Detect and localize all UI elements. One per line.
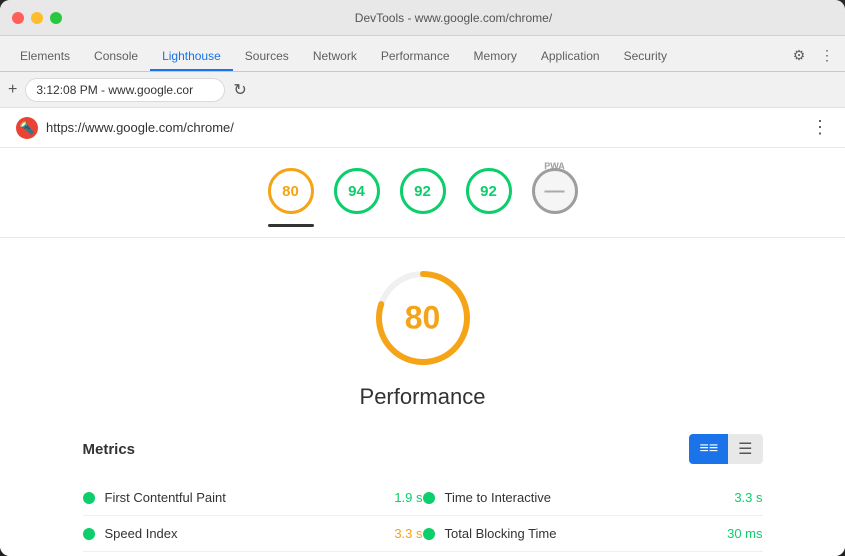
score-tab-pwa[interactable]: PWA — xyxy=(532,168,578,227)
score-circle-seo: 92 xyxy=(466,168,512,214)
tab-icons: ⚙ ⋮ xyxy=(789,45,837,71)
metric-row-lcp: Largest Contentful Paint 4.8 s xyxy=(83,552,423,556)
tab-performance[interactable]: Performance xyxy=(369,43,462,71)
maximize-button[interactable] xyxy=(50,12,62,24)
fcp-indicator xyxy=(83,492,95,504)
window-title: DevTools - www.google.com/chrome/ xyxy=(74,11,833,25)
tab-elements[interactable]: Elements xyxy=(8,43,82,71)
more-options-icon[interactable]: ⋮ xyxy=(811,117,829,138)
metric-row-si: Speed Index 3.3 s xyxy=(83,516,423,552)
metrics-grid: First Contentful Paint 1.9 s Time to Int… xyxy=(83,480,763,556)
performance-score-ring: 80 xyxy=(373,268,473,368)
fcp-value: 1.9 s xyxy=(394,490,422,505)
main-content: 80 94 92 92 PWA xyxy=(0,148,845,556)
performance-title: Performance xyxy=(360,384,486,410)
si-indicator xyxy=(83,528,95,540)
grid-view-button[interactable]: ≡≡ xyxy=(689,434,728,464)
tti-value: 3.3 s xyxy=(734,490,762,505)
tti-indicator xyxy=(423,492,435,504)
si-value: 3.3 s xyxy=(394,526,422,541)
pwa-label: PWA xyxy=(544,161,565,171)
tbt-name: Total Blocking Time xyxy=(445,526,718,541)
tab-console[interactable]: Console xyxy=(82,43,150,71)
metric-row-fcp: First Contentful Paint 1.9 s xyxy=(83,480,423,516)
score-tab-best-practices[interactable]: 92 xyxy=(400,168,446,227)
tti-name: Time to Interactive xyxy=(445,490,725,505)
si-name: Speed Index xyxy=(105,526,385,541)
tab-network[interactable]: Network xyxy=(301,43,369,71)
metric-row-cls: Cumulative Layout Shift 0 xyxy=(423,552,763,556)
tabs-bar: Elements Console Lighthouse Sources Netw… xyxy=(0,36,845,72)
metrics-container: Metrics ≡≡ ☰ First Contentful Paint 1.9 … xyxy=(83,434,763,556)
address-value: 3:12:08 PM - www.google.cor xyxy=(36,83,193,97)
address-bar: + 3:12:08 PM - www.google.cor ↻ xyxy=(0,72,845,108)
score-tabs: 80 94 92 92 PWA xyxy=(0,148,845,238)
score-circle-pwa: PWA — xyxy=(532,168,578,214)
lighthouse-url: https://www.google.com/chrome/ xyxy=(46,120,234,135)
metrics-view-buttons: ≡≡ ☰ xyxy=(689,434,762,464)
performance-score-number: 80 xyxy=(405,300,441,337)
metrics-header: Metrics ≡≡ ☰ xyxy=(83,434,763,464)
close-button[interactable] xyxy=(12,12,24,24)
tbt-value: 30 ms xyxy=(727,526,762,541)
refresh-button[interactable]: ↻ xyxy=(233,80,246,100)
tbt-indicator xyxy=(423,528,435,540)
more-icon[interactable]: ⋮ xyxy=(817,45,837,65)
metrics-title: Metrics xyxy=(83,441,136,458)
window-controls xyxy=(12,12,62,24)
metric-row-tbt: Total Blocking Time 30 ms xyxy=(423,516,763,552)
score-circle-performance: 80 xyxy=(268,168,314,214)
tab-memory[interactable]: Memory xyxy=(462,43,529,71)
score-tab-seo[interactable]: 92 xyxy=(466,168,512,227)
score-circle-accessibility: 94 xyxy=(334,168,380,214)
fcp-name: First Contentful Paint xyxy=(105,490,385,505)
score-circle-best-practices: 92 xyxy=(400,168,446,214)
score-tab-accessibility[interactable]: 94 xyxy=(334,168,380,227)
performance-section: 80 Performance Metrics ≡≡ ☰ First Conten… xyxy=(0,238,845,556)
lighthouse-icon: 🔦 xyxy=(16,117,38,139)
tab-lighthouse[interactable]: Lighthouse xyxy=(150,43,233,71)
tab-security[interactable]: Security xyxy=(612,43,679,71)
lighthouse-bar: 🔦 https://www.google.com/chrome/ ⋮ xyxy=(0,108,845,148)
title-bar: DevTools - www.google.com/chrome/ xyxy=(0,0,845,36)
tab-application[interactable]: Application xyxy=(529,43,612,71)
devtools-window: DevTools - www.google.com/chrome/ Elemen… xyxy=(0,0,845,556)
address-input[interactable]: 3:12:08 PM - www.google.cor xyxy=(25,78,225,102)
new-tab-button[interactable]: + xyxy=(8,81,17,99)
settings-icon[interactable]: ⚙ xyxy=(789,45,809,65)
metric-row-tti: Time to Interactive 3.3 s xyxy=(423,480,763,516)
list-view-button[interactable]: ☰ xyxy=(728,434,762,464)
active-tab-indicator xyxy=(268,224,314,227)
tab-sources[interactable]: Sources xyxy=(233,43,301,71)
minimize-button[interactable] xyxy=(31,12,43,24)
score-tab-performance[interactable]: 80 xyxy=(268,168,314,227)
